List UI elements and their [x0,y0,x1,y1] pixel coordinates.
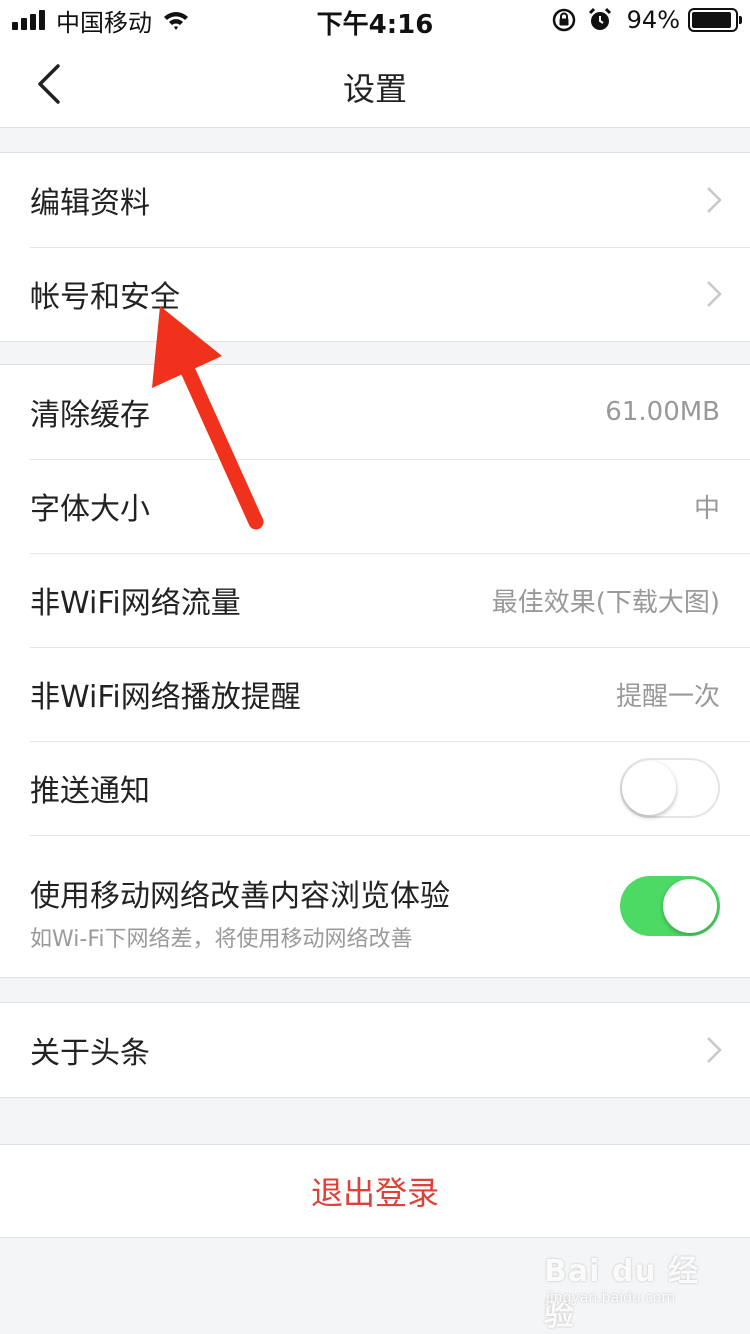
settings-group-account: 编辑资料 帐号和安全 [0,152,750,342]
traffic-mode-value: 最佳效果(下载大图) [491,587,720,618]
toggle-knob [663,879,717,933]
watermark-url: jingyan.baidu.com [546,1290,676,1306]
row-label: 编辑资料 [30,186,150,221]
mobile-network-improve-row: 使用移动网络改善内容浏览体验 如Wi-Fi下网络差，将使用移动网络改善 [0,835,750,977]
page-title: 设置 [342,70,407,108]
logout-button[interactable]: 退出登录 [0,1144,750,1238]
nav-bar: 设置 [0,40,750,128]
battery-fill [692,12,732,28]
mobile-network-improve-toggle[interactable] [620,876,720,936]
row-label: 推送通知 [30,774,150,809]
row-label: 字体大小 [30,492,150,527]
font-size-value: 中 [693,493,720,524]
status-bar: 中国移动 下午4:16 94% [0,0,750,40]
reminder-value: 提醒一次 [615,681,720,712]
row-label: 非WiFi网络流量 [30,586,241,621]
row-subtitle: 如Wi-Fi下网络差，将使用移动网络改善 [30,927,413,952]
row-label: 使用移动网络改善内容浏览体验 [30,879,450,914]
about-row[interactable]: 关于头条 [0,1003,750,1097]
toggle-knob [622,761,676,815]
status-right: 94% [541,6,742,34]
battery-icon [688,8,742,32]
non-wifi-play-reminder-row[interactable]: 非WiFi网络播放提醒 提醒一次 [0,647,750,741]
settings-group-general: 清除缓存 61.00MB 字体大小 中 非WiFi网络流量 最佳效果(下载大图)… [0,364,750,978]
edit-profile-row[interactable]: 编辑资料 [0,153,750,247]
watermark-logo: Bai du 经验 jingyan.baidu.com [540,1246,710,1333]
cache-size-value: 61.00MB [605,397,720,427]
rotation-lock-icon [552,8,575,32]
chevron-right-icon [707,187,722,213]
push-notification-toggle[interactable] [620,758,720,818]
chevron-right-icon [707,281,722,307]
row-label: 清除缓存 [30,398,150,433]
account-security-row[interactable]: 帐号和安全 [0,247,750,341]
chevron-right-icon [707,1037,722,1063]
row-label: 非WiFi网络播放提醒 [30,680,301,715]
alarm-icon [588,7,611,30]
non-wifi-traffic-row[interactable]: 非WiFi网络流量 最佳效果(下载大图) [0,553,750,647]
clear-cache-row[interactable]: 清除缓存 61.00MB [0,365,750,459]
battery-percent: 94% [626,6,680,34]
font-size-row[interactable]: 字体大小 中 [0,459,750,553]
row-label: 帐号和安全 [30,280,180,315]
row-label: 关于头条 [30,1036,150,1071]
push-notification-row: 推送通知 [0,741,750,835]
logout-label: 退出登录 [310,1174,439,1212]
settings-group-about: 关于头条 [0,1002,750,1098]
